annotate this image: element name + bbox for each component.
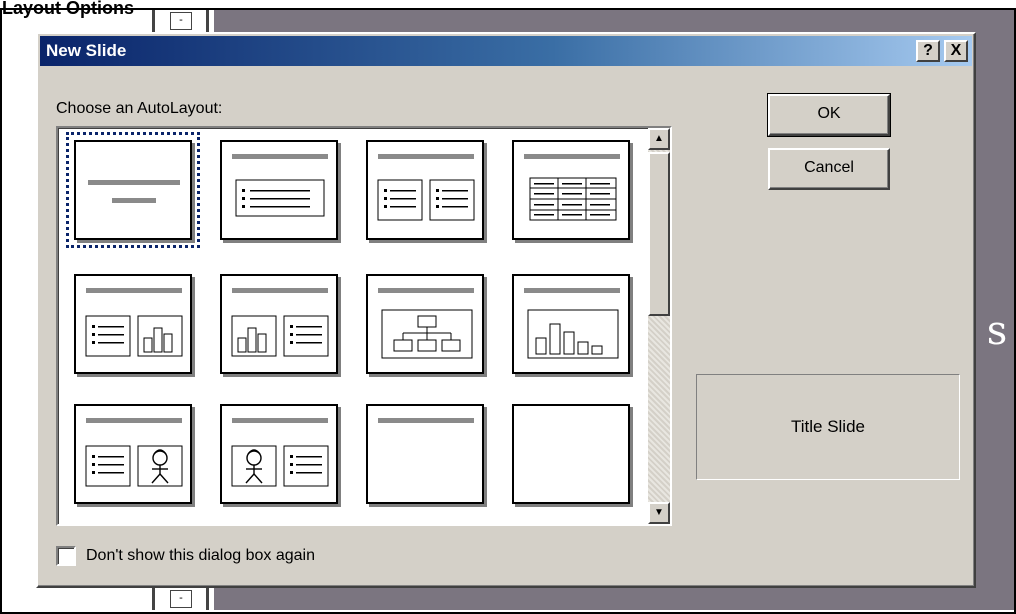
layout-table[interactable] [512,140,630,240]
layout-two-column-text[interactable] [366,140,484,240]
scrollbar-thumb[interactable] [648,152,670,316]
layout-title-slide[interactable] [66,132,200,248]
org-chart-layout-icon [378,288,474,359]
layout-preview: Title Slide [696,374,960,480]
dont-show-checkbox[interactable]: Don't show this dialog box again [56,544,315,568]
autolayout-list[interactable]: ▲ ▼ [56,126,672,526]
chart-layout-icon [524,288,620,359]
layout-bulleted-list[interactable] [220,140,338,240]
table-layout-icon [524,154,620,221]
layout-list-scrollbar[interactable]: ▲ ▼ [648,128,670,524]
dont-show-label[interactable]: Don't show this dialog box again [86,547,315,565]
close-button[interactable]: X [944,40,968,62]
dialog-titlebar[interactable]: New Slide ? X [40,36,972,66]
layout-blank[interactable] [512,404,630,504]
layout-chart[interactable] [512,274,630,374]
text-chart-layout-icon [85,288,183,357]
blank-layout-icon [514,406,632,506]
title-slide-layout-icon [88,180,180,203]
cancel-button[interactable]: Cancel [768,148,890,190]
text-clipart-layout-icon [85,418,183,487]
title-only-layout-icon [378,418,474,423]
top-label: Layout Options [2,0,134,18]
bulleted-list-layout-icon [232,154,328,217]
clipart-text-layout-icon [231,418,329,487]
layout-text-and-clip-art[interactable] [74,404,192,504]
two-column-text-layout-icon [377,154,475,221]
layout-chart-and-text[interactable] [220,274,338,374]
new-slide-dialog: New Slide ? X Choose an AutoLayout: ▲ ▼ … [36,32,976,588]
chart-text-layout-icon [231,288,329,357]
help-button[interactable]: ? [916,40,940,62]
scroll-down-arrow-icon[interactable]: ▼ [648,502,670,524]
scroll-up-arrow-icon[interactable]: ▲ [648,128,670,150]
dialog-title: New Slide [46,41,127,60]
layout-text-and-chart[interactable] [74,274,192,374]
layout-title-only[interactable] [366,404,484,504]
ok-button[interactable]: OK [767,93,891,137]
layout-clip-art-and-text[interactable] [220,404,338,504]
layout-organization-chart[interactable] [366,274,484,374]
checkbox-box[interactable] [56,546,76,566]
autolayout-prompt: Choose an AutoLayout: [56,100,223,117]
